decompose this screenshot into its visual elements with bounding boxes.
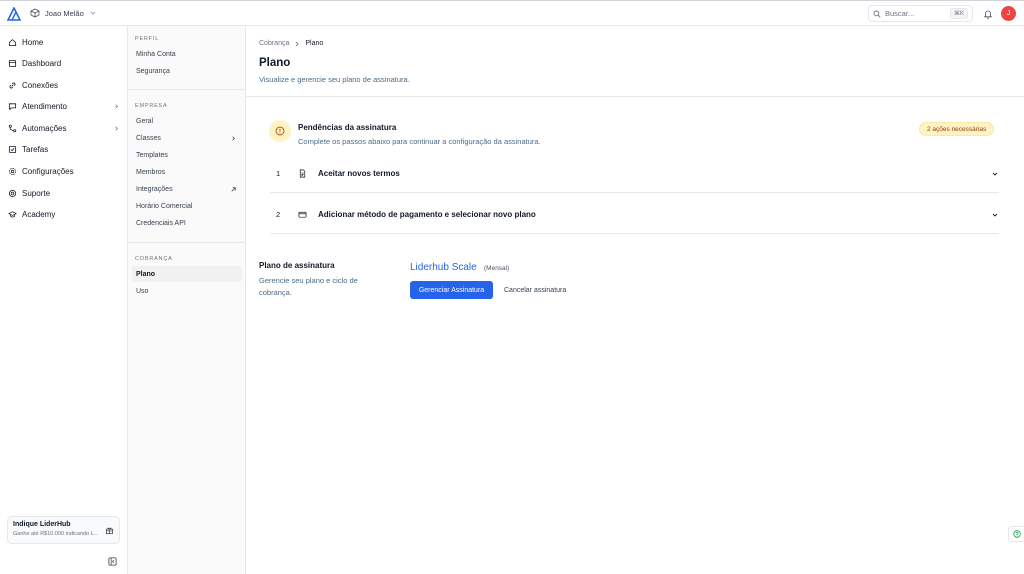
chevron-right-icon <box>232 135 235 141</box>
chevron-right-icon <box>115 103 118 109</box>
subnav-item-credenciais-api[interactable]: Credenciais API <box>132 215 242 231</box>
checkbox-icon <box>8 145 17 153</box>
nav-item-label: Conexões <box>22 80 59 90</box>
search-icon <box>873 10 881 18</box>
nav-item-label: Academy <box>22 209 56 219</box>
nav-item-label: Automações <box>22 123 67 133</box>
main-content: Cobrança Plano Plano Visualize e gerenci… <box>246 26 1024 574</box>
link-icon <box>9 82 16 88</box>
divider <box>128 242 246 243</box>
nav-item-label: Atendimento <box>22 101 67 111</box>
search-placeholder: Buscar... <box>885 9 915 18</box>
bell-icon[interactable] <box>983 9 993 19</box>
pending-step-accept-terms[interactable]: 1 Aceitar novos termos <box>270 155 999 193</box>
avatar[interactable]: J <box>1001 6 1016 21</box>
gear-icon <box>9 167 16 175</box>
pending-step-payment-method[interactable]: 2 Adicionar método de pagamento e seleci… <box>270 196 999 234</box>
subnav-item-integracoes[interactable]: Integrações <box>132 181 242 197</box>
section-label-empresa: EMPRESA <box>135 103 168 109</box>
nav-item-label: Suporte <box>22 188 51 198</box>
section-label-perfil: PERFIL <box>135 36 160 42</box>
step-number: 1 <box>276 169 281 178</box>
dashboard-icon <box>8 59 17 67</box>
pending-subtitle: Complete os passos abaixo para continuar… <box>298 137 541 146</box>
workspace-name: Joao Melão <box>45 8 84 18</box>
breadcrumb: Cobrança Plano <box>259 40 323 47</box>
subnav-item-uso[interactable]: Uso <box>132 283 242 299</box>
workspace-selector[interactable]: Joao Melão <box>30 8 97 18</box>
breadcrumb-link-cobranca[interactable]: Cobrança <box>259 40 289 47</box>
plan-period: (Mensal) <box>484 265 510 272</box>
header-divider <box>246 96 1024 97</box>
collapse-sidebar-icon[interactable] <box>108 557 117 566</box>
nav-item-conexoes[interactable]: Conexões <box>8 76 120 94</box>
nav-item-suporte[interactable]: Suporte <box>8 184 120 202</box>
warning-icon-circle <box>269 120 291 142</box>
subnav-item-plano[interactable]: Plano <box>132 266 242 282</box>
help-circle-icon <box>1012 530 1021 538</box>
subnav-item-geral[interactable]: Geral <box>132 113 242 129</box>
gift-icon <box>105 527 114 535</box>
step-label: Aceitar novos termos <box>318 169 400 178</box>
credit-card-icon <box>298 211 307 218</box>
chevron-down-icon <box>992 172 998 176</box>
home-icon <box>8 38 17 46</box>
nav-item-tarefas[interactable]: Tarefas <box>8 140 120 158</box>
nav-item-label: Tarefas <box>22 144 49 154</box>
nav-item-home[interactable]: Home <box>8 33 120 51</box>
left-navigation: Home Dashboard Conexões Atendimento Auto… <box>0 26 128 574</box>
promo-subtitle: Ganhe até R$10.000 indicando L... <box>13 531 99 537</box>
lifebuoy-icon <box>8 189 17 197</box>
subnav-item-horario-comercial[interactable]: Horário Comercial <box>132 198 242 214</box>
nav-item-configuracoes[interactable]: Configurações <box>8 162 120 180</box>
chevron-down-icon <box>992 213 998 217</box>
help-widget[interactable] <box>1008 526 1024 542</box>
workflow-icon <box>8 124 17 132</box>
external-link-icon <box>231 186 236 192</box>
divider <box>128 89 246 90</box>
nav-item-automacoes[interactable]: Automações <box>8 119 120 137</box>
subnav-item-minha-conta[interactable]: Minha Conta <box>132 46 242 62</box>
cube-icon <box>30 8 40 18</box>
manage-subscription-button[interactable]: Gerenciar Assinatura <box>410 281 493 299</box>
subnav-item-classes[interactable]: Classes <box>132 130 242 146</box>
plan-name: Liderhub Scale <box>410 262 477 273</box>
section-label-cobranca: COBRANÇA <box>135 256 173 262</box>
status-badge: 2 ações necessárias <box>919 122 995 136</box>
subnav-item-label: Integrações <box>136 185 173 193</box>
subnav-item-templates[interactable]: Templates <box>132 147 242 163</box>
referral-promo-card[interactable]: Indique LiderHub Ganhe até R$10.000 indi… <box>7 516 120 544</box>
breadcrumb-current: Plano <box>305 40 324 47</box>
nav-item-academy[interactable]: Academy <box>8 205 120 223</box>
search-input[interactable]: Buscar... ⌘K <box>868 5 973 22</box>
chevron-down-icon <box>90 11 96 15</box>
subnav-item-label: Classes <box>136 134 161 142</box>
page-title: Plano <box>259 57 291 69</box>
nav-item-label: Configurações <box>22 166 74 176</box>
subnav-item-seguranca[interactable]: Segurança <box>132 63 242 79</box>
settings-subnav: PERFIL Minha Conta Segurança EMPRESA Ger… <box>128 26 246 574</box>
nav-item-label: Home <box>22 37 44 47</box>
nav-item-dashboard[interactable]: Dashboard <box>8 54 120 72</box>
chat-icon <box>8 102 17 110</box>
search-shortcut: ⌘K <box>949 8 968 19</box>
liderhub-logo-icon[interactable] <box>7 7 21 21</box>
step-number: 2 <box>276 210 281 219</box>
page-subtitle: Visualize e gerencie seu plano de assina… <box>259 75 410 84</box>
alert-circle-icon <box>275 126 285 136</box>
cancel-subscription-button[interactable]: Cancelar assinatura <box>504 281 566 299</box>
nav-item-label: Dashboard <box>22 58 62 68</box>
promo-title: Indique LiderHub <box>13 521 71 528</box>
plan-section-description: Gerencie seu plano e ciclo de cobrança. <box>259 276 358 297</box>
subnav-item-membros[interactable]: Membros <box>132 164 242 180</box>
top-bar: Joao Melão Buscar... ⌘K J <box>0 0 1024 26</box>
chevron-right-icon <box>115 125 118 131</box>
step-label: Adicionar método de pagamento e selecion… <box>318 210 536 219</box>
document-icon <box>299 169 306 178</box>
plan-section-label: Plano de assinatura <box>259 261 335 270</box>
academy-icon <box>8 210 17 218</box>
pending-title: Pendências da assinatura <box>298 123 397 132</box>
chevron-right-icon <box>296 41 299 46</box>
nav-item-atendimento[interactable]: Atendimento <box>8 97 120 115</box>
